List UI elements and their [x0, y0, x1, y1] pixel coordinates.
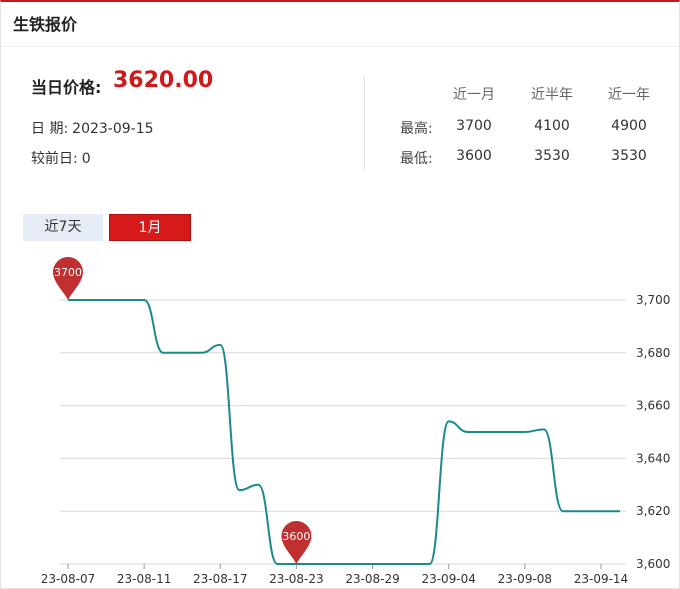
data-point	[105, 299, 107, 301]
panel-title: 生铁报价	[13, 15, 78, 34]
stats-low-year: 3530	[611, 148, 647, 164]
y-tick-label: 3,700	[636, 293, 670, 307]
grid-lines	[60, 299, 626, 565]
date-value: 2023-09-15	[72, 121, 154, 137]
data-point	[428, 563, 430, 565]
y-tick-label: 3,620	[636, 504, 670, 518]
data-point	[543, 428, 545, 430]
change-value: 0	[81, 151, 91, 167]
data-point	[314, 563, 316, 565]
y-tick-label: 3,680	[636, 346, 670, 360]
x-tick-label: 23-08-23	[269, 572, 323, 586]
price-line-chart: 3,6003,6203,6403,6603,6803,700 23-08-07 2…	[41, 257, 670, 586]
stats-header-year: 近一年	[608, 87, 650, 103]
x-tick-label: 23-09-14	[574, 572, 628, 586]
data-point	[181, 352, 183, 354]
data-point	[486, 431, 488, 433]
data-point	[619, 510, 621, 512]
x-tick-label: 23-09-08	[498, 572, 552, 586]
y-tick-label: 3,660	[636, 399, 670, 413]
data-point	[200, 352, 202, 354]
current-price-value: 3620.00	[113, 68, 214, 93]
data-point	[371, 563, 373, 565]
stats-header-month: 近一月	[453, 87, 495, 103]
x-tick-label: 23-08-17	[193, 572, 247, 586]
data-point	[505, 431, 507, 433]
data-point	[86, 299, 88, 301]
data-point	[581, 510, 583, 512]
data-point	[143, 299, 145, 301]
data-points	[67, 299, 621, 565]
date-label: 日 期:	[31, 121, 69, 137]
data-point	[447, 420, 449, 422]
data-point	[352, 563, 354, 565]
data-point	[333, 563, 335, 565]
x-tick-label: 23-08-07	[41, 572, 95, 586]
change-label: 较前日:	[31, 151, 78, 167]
price-marker-label: 3600	[282, 530, 310, 543]
title-divider	[1, 46, 679, 47]
tab-7-days[interactable]: 近7天	[23, 214, 103, 241]
tab-1-month[interactable]: 1月	[109, 214, 191, 241]
data-point	[390, 563, 392, 565]
x-axis-labels: 23-08-07 23-08-11 23-08-17 23-08-23 23-08-29…	[41, 564, 628, 586]
data-point	[257, 484, 259, 486]
stats-high-month: 3700	[456, 118, 492, 134]
data-point	[524, 431, 526, 433]
change-row: 较前日: 0	[31, 148, 95, 168]
stats-high-half-year: 4100	[534, 118, 570, 134]
y-tick-label: 3,640	[636, 451, 670, 465]
data-point	[600, 510, 602, 512]
data-point	[124, 299, 126, 301]
date-row: 日 期: 2023-09-15	[31, 118, 158, 138]
series-layer	[67, 299, 620, 565]
data-point	[409, 563, 411, 565]
current-price-label: 当日价格:	[31, 78, 102, 97]
y-axis-labels: 3,600 3,620 3,640 3,660 3,680 3,700	[636, 293, 670, 571]
data-point	[219, 344, 221, 346]
data-point	[162, 352, 164, 354]
data-point	[562, 510, 564, 512]
price-marker-label: 3700	[54, 266, 82, 279]
stats-header-half-year: 近半年	[531, 87, 573, 103]
data-point	[276, 563, 278, 565]
stats-low-half-year: 3530	[534, 148, 570, 164]
stats-high-year: 4900	[611, 118, 647, 134]
series-line	[67, 299, 620, 565]
data-point	[238, 489, 240, 491]
x-tick-label: 23-09-04	[421, 572, 475, 586]
y-tick-label: 3,600	[636, 557, 670, 571]
stats-divider	[364, 76, 365, 170]
data-point	[467, 431, 469, 433]
x-tick-label: 23-08-29	[345, 572, 399, 586]
stats-low-month: 3600	[456, 148, 492, 164]
x-tick-label: 23-08-11	[117, 572, 171, 586]
price-markers: 3700 3600	[53, 257, 312, 564]
